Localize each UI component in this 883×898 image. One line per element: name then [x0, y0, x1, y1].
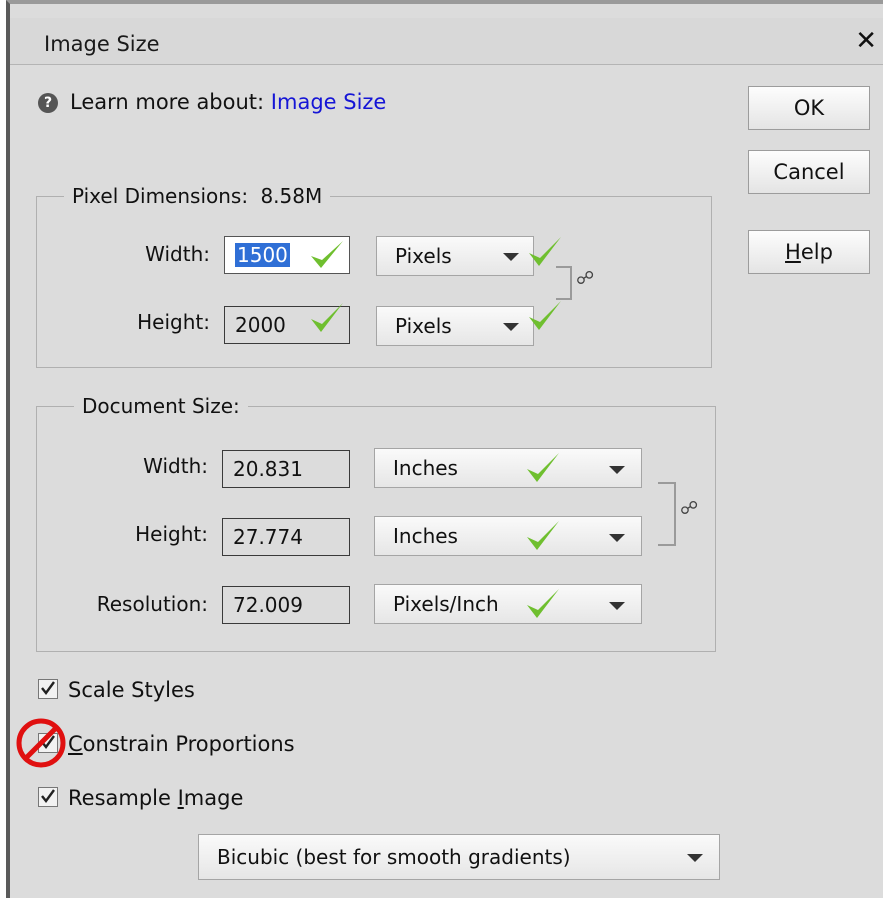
checkbox-icon[interactable]	[38, 787, 58, 807]
resolution-input[interactable]: 72.009	[222, 586, 350, 624]
pixel-dimensions-group	[36, 196, 712, 368]
pixel-width-unit-select[interactable]: Pixels	[376, 236, 534, 276]
scale-styles-checkbox[interactable]: Scale Styles	[38, 678, 195, 702]
checkmark-icon	[527, 589, 559, 618]
pixel-height-unit: Pixels	[395, 314, 452, 338]
help-button-rest: elp	[800, 240, 833, 264]
doc-width-label: Width:	[143, 454, 208, 478]
resample-label-rest: mage	[183, 786, 244, 810]
cancel-button[interactable]: Cancel	[748, 150, 870, 194]
pixel-dimensions-size: 8.58M	[260, 184, 323, 208]
constrain-mnemonic: C	[68, 732, 83, 756]
learn-more-label: Learn more about:	[70, 90, 265, 114]
checkmark-icon	[41, 681, 55, 695]
pixel-width-value: 1500	[235, 243, 290, 267]
document-size-legend: Document Size:	[74, 394, 248, 418]
pixel-dimensions-legend: Pixel Dimensions: 8.58M	[64, 184, 331, 208]
doc-width-input[interactable]: 20.831	[222, 450, 350, 488]
checkmark-icon	[527, 453, 559, 482]
checkmark-icon	[41, 789, 55, 803]
doc-height-label: Height:	[135, 522, 208, 546]
doc-height-unit-select[interactable]: Inches	[374, 516, 642, 556]
checkmark-icon	[529, 237, 561, 266]
pixel-link-bracket	[556, 266, 572, 300]
chevron-down-icon	[687, 854, 703, 862]
learn-more-link[interactable]: Image Size	[271, 90, 387, 114]
scale-styles-label: Scale Styles	[68, 678, 195, 702]
chevron-down-icon	[503, 253, 519, 261]
pixel-height-unit-select[interactable]: Pixels	[376, 306, 534, 346]
document-link-bracket	[658, 482, 676, 546]
resample-image-checkbox[interactable]: Resample Image	[38, 786, 243, 810]
link-chain-icon: ☍	[680, 498, 699, 519]
chevron-down-icon	[609, 602, 625, 610]
checkmark-icon	[529, 301, 561, 330]
checkmark-icon	[311, 303, 343, 332]
constrain-proportions-checkbox[interactable]: Constrain Proportions	[38, 732, 295, 756]
constrain-label-rest: onstrain Proportions	[82, 732, 295, 756]
checkbox-icon[interactable]	[38, 679, 58, 699]
pixel-width-unit: Pixels	[395, 244, 452, 268]
doc-height-unit: Inches	[393, 524, 458, 548]
resample-method-select[interactable]: Bicubic (best for smooth gradients)	[198, 834, 720, 880]
resolution-unit-select[interactable]: Pixels/Inch	[374, 584, 642, 624]
chevron-down-icon	[609, 534, 625, 542]
dialog-title: Image Size	[44, 32, 160, 56]
help-mnemonic: H	[785, 240, 801, 264]
link-chain-icon: ☍	[576, 268, 595, 289]
ok-button[interactable]: OK	[748, 86, 870, 130]
doc-width-unit-select[interactable]: Inches	[374, 448, 642, 488]
learn-more-row: ? Learn more about: Image Size	[38, 90, 386, 114]
chevron-down-icon	[609, 466, 625, 474]
doc-width-unit: Inches	[393, 456, 458, 480]
doc-height-input[interactable]: 27.774	[222, 518, 350, 556]
checkmark-icon	[311, 241, 343, 268]
resolution-unit: Pixels/Inch	[393, 592, 499, 616]
image-size-dialog: Image Size ✕ ? Learn more about: Image Si…	[6, 0, 883, 898]
help-button[interactable]: Help	[748, 230, 870, 274]
resolution-label: Resolution:	[96, 592, 208, 616]
prohibited-sign-icon	[16, 718, 66, 768]
resample-label-pre: Resample	[68, 786, 178, 810]
help-circle-icon: ?	[38, 93, 58, 113]
chevron-down-icon	[503, 323, 519, 331]
pixel-width-label: Width:	[145, 242, 210, 266]
pixel-height-label: Height:	[137, 310, 210, 334]
resample-method-value: Bicubic (best for smooth gradients)	[217, 845, 571, 869]
title-bar: Image Size ✕	[10, 18, 883, 65]
close-icon[interactable]: ✕	[855, 26, 877, 56]
pixel-dimensions-label: Pixel Dimensions:	[72, 184, 249, 208]
checkmark-icon	[527, 521, 559, 550]
